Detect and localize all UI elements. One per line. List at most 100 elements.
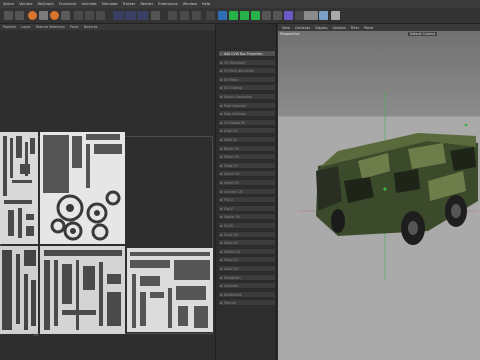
uv-menu-pipeline[interactable]: Pipeline [3, 25, 16, 29]
uv-command-row[interactable]: Stack UV [218, 265, 276, 272]
uv-command-label: Flip U [224, 198, 233, 203]
z-axis-icon[interactable] [137, 11, 148, 20]
uv-command-row[interactable]: Select Connected [218, 93, 276, 100]
light-icon[interactable] [295, 11, 304, 20]
x-axis-icon[interactable] [113, 11, 124, 20]
uv-menu-layer[interactable]: Layer [21, 25, 30, 29]
model-mode-icon[interactable] [206, 11, 215, 20]
camera-icon[interactable] [284, 11, 293, 20]
command-icon [220, 199, 222, 202]
uv-command-row[interactable]: UV Pack And Scale [218, 67, 276, 75]
subdivision-surface-icon[interactable] [240, 11, 249, 20]
uv-editor-canvas[interactable]: 1,0 [0, 30, 215, 360]
uv-command-row[interactable]: Break UV [218, 144, 276, 152]
menu-mograph[interactable]: MoGraph [37, 2, 53, 6]
scale-tool-icon[interactable] [61, 11, 70, 20]
uv-command-row[interactable]: Weld UV [218, 136, 276, 143]
uv-command-row[interactable]: Scale UV [218, 230, 276, 238]
uv-command-label: Pack Selected [224, 103, 247, 108]
render-view-icon[interactable] [85, 11, 94, 20]
uv-command-row[interactable]: UV Relax [218, 75, 276, 83]
viewport-menu-cameras[interactable]: Cameras [295, 26, 310, 30]
environment-icon[interactable] [273, 11, 282, 20]
uv-menu-paint[interactable]: Paint [70, 25, 78, 29]
command-icon [220, 147, 222, 150]
uv-command-row[interactable]: Connect UV [218, 187, 276, 195]
picture-viewer-icon[interactable] [192, 11, 201, 20]
menu-spline[interactable]: Spline [3, 2, 14, 6]
uv-menu-texture-selection[interactable]: Texture Selection [36, 25, 65, 29]
menu-volume[interactable]: Volume [19, 2, 32, 6]
viewport-menu-options[interactable]: Options [333, 26, 346, 30]
uv-command-row[interactable]: Optimize [218, 282, 276, 290]
uv-command-row[interactable]: Map Selected [218, 110, 276, 118]
spline-pen-icon[interactable] [229, 11, 238, 20]
viewport-menu-display[interactable]: Display [315, 26, 328, 30]
uv-command-row[interactable]: Snap UV [218, 256, 276, 264]
live-selection-icon[interactable] [28, 11, 37, 20]
menu-simulate[interactable]: Simulate [102, 2, 118, 6]
uv-command-label: Texture [224, 301, 236, 306]
viewport-menu-filter[interactable]: Filter [351, 26, 359, 30]
world-coordinates-icon[interactable] [151, 11, 160, 20]
menu-window[interactable]: Window [183, 2, 197, 6]
uv-command-row[interactable]: Fit UV [218, 222, 276, 229]
menu-extensions[interactable]: Extensions [158, 2, 178, 6]
uv-command-label: Align UV [224, 129, 238, 134]
uv-command-row[interactable]: Flip U [218, 196, 276, 204]
render-settings-icon[interactable] [96, 11, 105, 20]
uv-command-row[interactable]: Add UVW Box Projection [218, 50, 276, 57]
uv-command-label: UV Rotate 90 [224, 120, 246, 125]
uv-commands-panel: Add UVW Box Projection UV Transform UV Pac… [215, 24, 277, 360]
undo-icon[interactable] [4, 11, 13, 20]
uv-command-row[interactable]: UV Unwrap [218, 84, 276, 92]
floor-icon[interactable] [319, 11, 328, 20]
uv-command-row[interactable]: Invert UV [218, 179, 276, 186]
uv-command-row[interactable]: Pack Selected [218, 101, 276, 109]
uv-menu-textures[interactable]: Textures [83, 25, 97, 29]
menu-render[interactable]: Render [140, 2, 153, 6]
y-axis-icon[interactable] [125, 11, 136, 20]
uv-command-label: Fit UV [224, 224, 234, 228]
deformer-icon[interactable] [262, 11, 271, 20]
cube-icon[interactable] [218, 11, 227, 20]
menu-character[interactable]: Character [59, 2, 77, 6]
command-icon [220, 216, 222, 219]
uv-command-row[interactable]: Texture [218, 299, 276, 307]
menu-animate[interactable]: Animate [82, 2, 97, 6]
render-region-icon[interactable] [74, 11, 83, 20]
uv-command-row[interactable]: Flip V [218, 204, 276, 212]
3d-viewport[interactable]: Perspective Default Camera [278, 31, 480, 360]
uv-command-label: Randomize [224, 292, 242, 297]
uv-command-row[interactable]: Center UV [218, 213, 276, 221]
uv-command-row[interactable]: UV Transform [218, 58, 276, 66]
uv-islands [0, 132, 213, 334]
uv-command-row[interactable]: Rotate UV [218, 247, 276, 255]
uv-command-row[interactable]: Align UV [218, 127, 276, 135]
uv-command-label: Shrink UV [224, 172, 240, 177]
redo-icon[interactable] [15, 11, 24, 20]
command-icon [220, 190, 222, 193]
layout-icon[interactable] [304, 11, 318, 20]
viewport-menu-view[interactable]: View [282, 26, 290, 30]
uv-command-row[interactable]: Shrink UV [218, 170, 276, 178]
uv-command-label: Weld UV [224, 138, 238, 142]
rotate-tool-icon[interactable] [50, 11, 59, 20]
sky-icon[interactable] [331, 11, 340, 20]
render-active-view-icon[interactable] [168, 11, 177, 20]
uv-command-row[interactable]: Randomize [218, 290, 276, 298]
viewport-menu-panel[interactable]: Panel [364, 26, 373, 30]
menu-help[interactable]: Help [202, 2, 210, 6]
uv-command-label: UV Transform [224, 60, 246, 65]
uv-command-row[interactable]: Straighten [218, 273, 276, 281]
move-tool-icon[interactable] [39, 11, 48, 20]
uv-coordinate-label: 1,0 [33, 333, 39, 337]
command-icon [220, 70, 222, 73]
uv-command-row[interactable]: Move UV [218, 239, 276, 247]
uv-command-row[interactable]: Mirror UV [218, 153, 276, 161]
edit-render-settings-icon[interactable] [180, 11, 189, 20]
uv-command-row[interactable]: Grow UV [218, 161, 276, 169]
cloner-icon[interactable] [251, 11, 260, 20]
menu-tracker[interactable]: Tracker [122, 2, 135, 6]
uv-command-row[interactable]: UV Rotate 90 [218, 118, 276, 126]
